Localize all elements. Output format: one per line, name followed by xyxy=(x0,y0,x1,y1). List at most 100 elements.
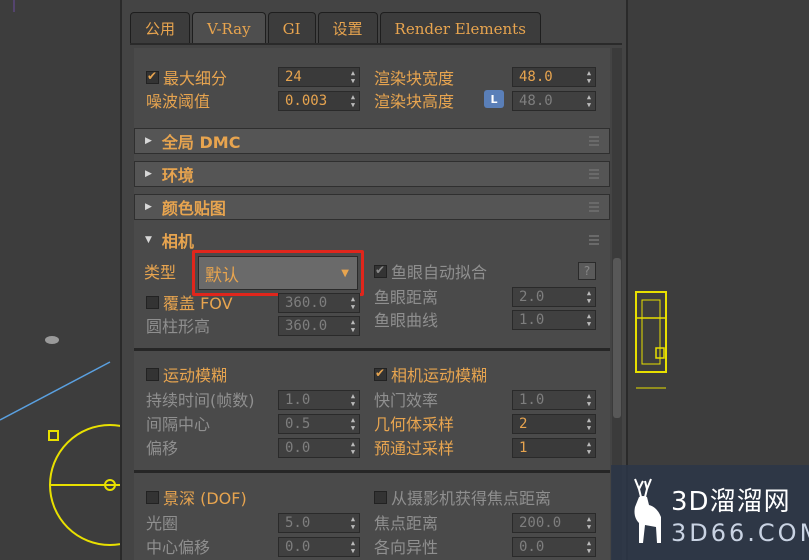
motion-blur-checkbox[interactable] xyxy=(146,367,159,381)
bucket-width-spinner[interactable]: 48.0 ▲ ▼ xyxy=(512,67,596,87)
bucket-width-row: 渲染块宽度 xyxy=(374,66,454,88)
max-subdivs-row: 最大细分 xyxy=(146,66,227,88)
fisheye-dist-spinner[interactable]: 2.0 ▲ ▼ xyxy=(512,287,596,307)
rollout-environment[interactable]: ▶ 环境 xyxy=(134,161,610,187)
center-bias-row: 中心偏移 xyxy=(146,535,210,557)
interval-center-spinner[interactable]: 0.5 ▲ ▼ xyxy=(278,414,360,434)
aperture-spinner[interactable]: 5.0 ▲ ▼ xyxy=(278,513,360,533)
center-bias-label: 中心偏移 xyxy=(146,538,211,557)
expand-arrow-icon: ▶ xyxy=(145,169,152,179)
override-fov-value: 360.0 xyxy=(285,295,328,311)
fisheye-curve-row: 鱼眼曲线 xyxy=(374,308,438,330)
spinner-arrows-icon[interactable]: ▲ ▼ xyxy=(349,295,357,311)
fisheye-curve-spinner[interactable]: 1.0 ▲ ▼ xyxy=(512,310,596,330)
fisheye-autofit-row: 鱼眼自动拟合 xyxy=(374,260,487,282)
site-watermark: 3D溜溜网 3D66.COM xyxy=(611,465,809,560)
anisotropy-spinner[interactable]: 0.0 ▲ ▼ xyxy=(512,537,596,557)
spinner-arrows-icon[interactable]: ▲ ▼ xyxy=(349,69,357,85)
help-button[interactable]: ? xyxy=(578,262,596,280)
section-divider xyxy=(134,470,610,473)
shutter-efficiency-spinner[interactable]: 1.0 ▲ ▼ xyxy=(512,390,596,410)
geometry-samples-value: 2 xyxy=(519,416,528,432)
rollout-grip-icon xyxy=(589,202,599,212)
geometry-samples-label: 几何体采样 xyxy=(374,415,455,434)
spinner-arrows-icon[interactable]: ▲ ▼ xyxy=(349,392,357,408)
bias-label: 偏移 xyxy=(146,439,179,458)
dof-checkbox[interactable] xyxy=(146,490,159,504)
center-bias-spinner[interactable]: 0.0 ▲ ▼ xyxy=(278,537,360,557)
spinner-arrows-icon[interactable]: ▲ ▼ xyxy=(349,539,357,555)
anisotropy-label: 各向异性 xyxy=(374,538,439,557)
rollout-global-dmc[interactable]: ▶ 全局 DMC xyxy=(134,128,610,154)
from-camera-checkbox[interactable] xyxy=(374,490,387,504)
section-divider xyxy=(134,348,610,351)
interval-center-value: 0.5 xyxy=(285,416,311,432)
interval-center-row: 间隔中心 xyxy=(146,412,210,434)
spinner-arrows-icon[interactable]: ▲ ▼ xyxy=(585,392,593,408)
cylinder-height-label: 圆柱形高 xyxy=(146,317,211,336)
fisheye-dist-row: 鱼眼距离 xyxy=(374,285,438,307)
max-subdivs-checkbox[interactable] xyxy=(146,69,159,84)
scrollbar-thumb[interactable] xyxy=(613,258,621,418)
max-subdivs-label: 最大细分 xyxy=(163,69,228,88)
bucket-height-row: 渲染块高度 xyxy=(374,89,454,111)
cylinder-height-spinner[interactable]: 360.0 ▲ ▼ xyxy=(278,316,360,336)
spinner-arrows-icon[interactable]: ▲ ▼ xyxy=(349,93,357,109)
lock-bucket-button[interactable]: L xyxy=(484,90,504,108)
override-fov-spinner[interactable]: 360.0 ▲ ▼ xyxy=(278,293,360,313)
spinner-arrows-icon[interactable]: ▲ ▼ xyxy=(585,416,593,432)
noise-threshold-value: 0.003 xyxy=(285,93,328,109)
spinner-arrows-icon[interactable]: ▲ ▼ xyxy=(349,515,357,531)
prepass-samples-value: 1 xyxy=(519,440,528,456)
noise-threshold-spinner[interactable]: 0.003 ▲ ▼ xyxy=(278,91,360,111)
camera-motion-blur-checkbox[interactable] xyxy=(374,366,387,381)
expand-arrow-icon: ▶ xyxy=(145,136,152,146)
focal-distance-spinner[interactable]: 200.0 ▲ ▼ xyxy=(512,513,596,533)
tab-render-elements[interactable]: Render Elements xyxy=(379,12,541,44)
max-subdivs-spinner[interactable]: 24 ▲ ▼ xyxy=(278,67,360,87)
duration-spinner[interactable]: 1.0 ▲ ▼ xyxy=(278,390,360,410)
spinner-arrows-icon[interactable]: ▲ ▼ xyxy=(349,416,357,432)
tab-vray[interactable]: V-Ray xyxy=(192,12,266,44)
fisheye-dist-value: 2.0 xyxy=(519,289,545,305)
bucket-height-spinner[interactable]: 48.0 ▲ ▼ xyxy=(512,91,596,111)
anisotropy-value: 0.0 xyxy=(519,539,545,555)
aperture-row: 光圈 xyxy=(146,511,178,533)
bias-row: 偏移 xyxy=(146,436,178,458)
tab-gi[interactable]: GI xyxy=(267,12,316,44)
from-camera-row: 从摄影机获得焦点距离 xyxy=(374,486,551,508)
watermark-title: 3D溜溜网 xyxy=(671,487,791,517)
tab-settings[interactable]: 设置 xyxy=(317,12,378,44)
geometry-samples-spinner[interactable]: 2 ▲ ▼ xyxy=(512,414,596,434)
prepass-samples-spinner[interactable]: 1 ▲ ▼ xyxy=(512,438,596,458)
cylinder-height-row: 圆柱形高 xyxy=(146,314,210,336)
spinner-arrows-icon[interactable]: ▲ ▼ xyxy=(585,93,593,109)
override-fov-row: 覆盖 FOV xyxy=(146,291,233,313)
viewport-left[interactable] xyxy=(0,0,120,560)
spinner-arrows-icon[interactable]: ▲ ▼ xyxy=(349,440,357,456)
camera-type-label: 类型 xyxy=(144,263,177,282)
collapse-arrow-icon: ▼ xyxy=(145,235,152,245)
cylinder-height-value: 360.0 xyxy=(285,318,328,334)
bias-spinner[interactable]: 0.0 ▲ ▼ xyxy=(278,438,360,458)
fisheye-autofit-label: 鱼眼自动拟合 xyxy=(391,263,488,282)
camera-motion-blur-row: 相机运动模糊 xyxy=(374,363,487,385)
spinner-arrows-icon[interactable]: ▲ ▼ xyxy=(585,440,593,456)
rollout-color-mapping-title: 颜色贴图 xyxy=(161,199,226,218)
shutter-efficiency-value: 1.0 xyxy=(519,392,545,408)
focal-distance-label: 焦点距离 xyxy=(374,514,439,533)
spinner-arrows-icon[interactable]: ▲ ▼ xyxy=(585,539,593,555)
spinner-arrows-icon[interactable]: ▲ ▼ xyxy=(585,289,593,305)
spinner-arrows-icon[interactable]: ▲ ▼ xyxy=(349,318,357,334)
watermark-domain: 3D66.COM xyxy=(671,519,809,547)
motion-blur-label: 运动模糊 xyxy=(163,366,228,385)
fisheye-autofit-checkbox[interactable] xyxy=(374,263,387,278)
motion-blur-row: 运动模糊 xyxy=(146,363,227,385)
spinner-arrows-icon[interactable]: ▲ ▼ xyxy=(585,515,593,531)
duration-value: 1.0 xyxy=(285,392,311,408)
spinner-arrows-icon[interactable]: ▲ ▼ xyxy=(585,312,593,328)
rollout-color-mapping[interactable]: ▶ 颜色贴图 xyxy=(134,194,610,220)
override-fov-checkbox[interactable] xyxy=(146,295,159,309)
spinner-arrows-icon[interactable]: ▲ ▼ xyxy=(585,69,593,85)
tab-common[interactable]: 公用 xyxy=(130,12,191,44)
